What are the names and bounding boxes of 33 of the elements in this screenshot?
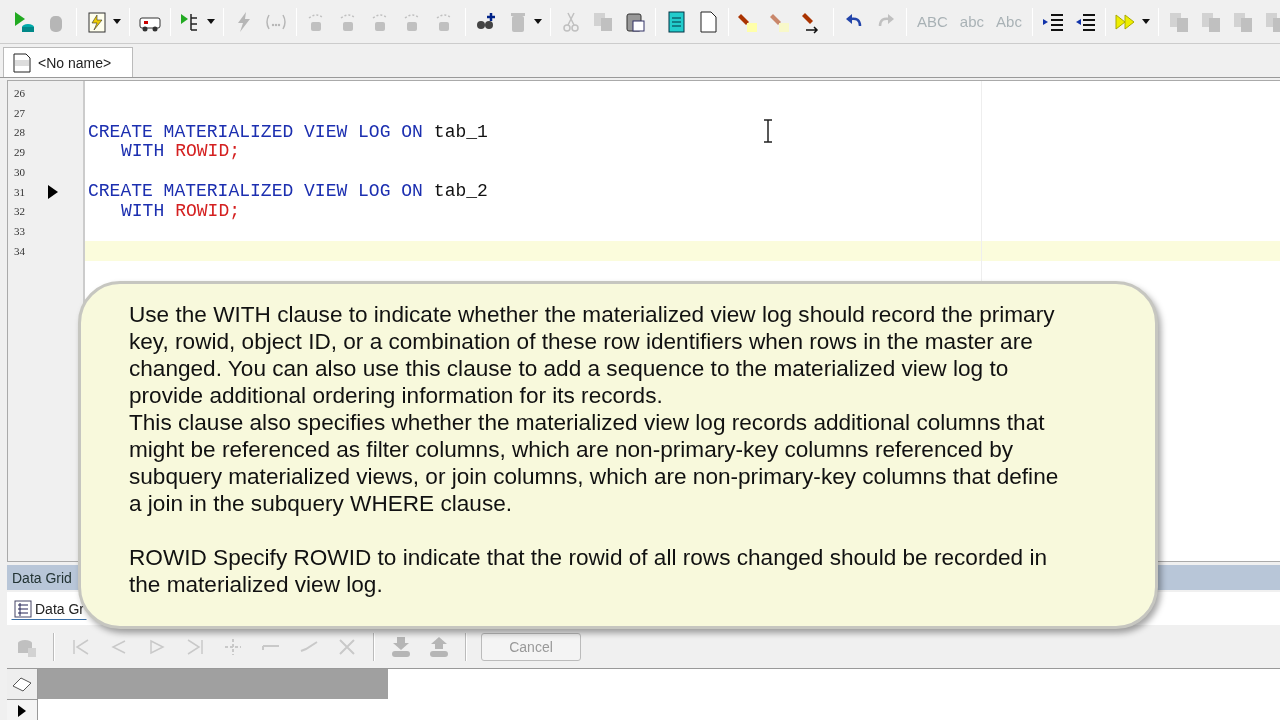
- text-cursor-icon: [763, 119, 773, 143]
- code-token: CREATE MATERIALIZED VIEW LOG ON: [88, 181, 423, 202]
- line-number: 34: [14, 244, 26, 257]
- line-number: 31: [14, 185, 26, 198]
- line-number: 29: [14, 146, 26, 159]
- code-token: tab_2: [433, 181, 488, 202]
- panel-title: Data Grid: [12, 569, 72, 586]
- line-number: 30: [14, 165, 26, 178]
- code-token: tab_1: [433, 122, 488, 143]
- row-indicator-icon: [18, 704, 26, 717]
- caret-icon[interactable]: [113, 19, 121, 24]
- line-number: 33: [14, 225, 26, 238]
- data-grid-tab[interactable]: Data Gr: [11, 597, 87, 620]
- callout-paragraph: Use the WITH clause to indicate whether the materialized view log should record the primary key, rowid, object ID, or a combination of these row identifiers when rows in the master are changed. You can also use this clause to add a sequence to the materialized view log to provide additional ordering information for its records.: [129, 301, 1056, 409]
- code-token: WITH: [121, 142, 165, 162]
- eraser-icon[interactable]: [11, 676, 33, 692]
- callout-paragraph: This clause also specifies whether the materialized view log records additional columns that might be referenced as filter columns, which are non-primary-key columns referenced by subquery materialized views, or join columns, which are non-primary-key columns that define a join in the subquery WHERE clause.: [129, 409, 1060, 517]
- editor-tab[interactable]: <No name>: [3, 47, 133, 77]
- caret-icon[interactable]: [1141, 19, 1150, 24]
- grid-icon: [14, 599, 32, 618]
- sql-file-icon: [12, 52, 32, 73]
- play-database-icon[interactable]: [12, 9, 36, 34]
- line-number: 32: [14, 205, 26, 218]
- caret-icon[interactable]: [207, 19, 215, 24]
- code-token: CREATE MATERIALIZED VIEW LOG ON: [88, 122, 423, 143]
- line-number: 26: [14, 86, 26, 99]
- code-token: ROWID;: [175, 201, 241, 222]
- line-number: 28: [14, 126, 26, 139]
- lightning-document-icon[interactable]: [85, 9, 109, 34]
- code-token: WITH: [121, 201, 165, 222]
- callout-paragraph: ROWID Specify ROWID to indicate that the rowid of all rows changed should be recorded in the materialized view log.: [129, 544, 1048, 598]
- line-number: 27: [14, 106, 26, 119]
- code-token: ROWID;: [175, 142, 241, 162]
